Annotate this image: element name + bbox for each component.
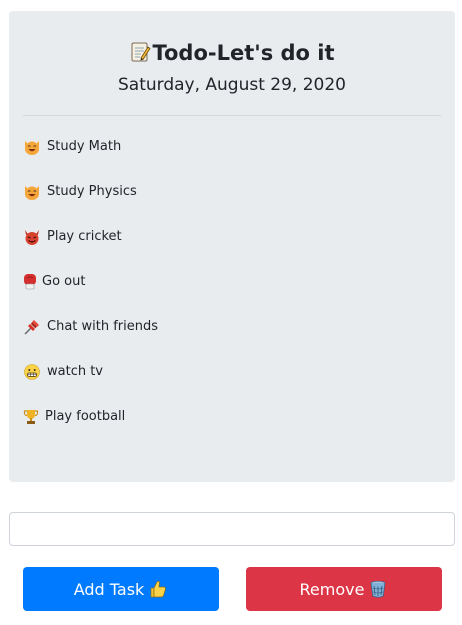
task-label: watch tv [47,364,104,379]
divider [23,115,441,116]
add-task-button[interactable]: Add Task [23,567,219,611]
task-item[interactable]: Chat with friends [23,315,158,360]
task-input[interactable] [9,512,455,546]
wastebasket-icon [368,579,388,599]
task-label: Go out [42,274,86,289]
task-label: Study Math [47,139,122,154]
grinning-cat-icon [23,183,41,201]
task-item[interactable]: Play cricket [23,225,158,270]
grinning-cat-icon [23,138,41,156]
add-task-label: Add Task [73,579,145,599]
boxing-glove-icon [23,273,37,291]
remove-button[interactable]: Remove [246,567,442,611]
remove-label: Remove [299,579,365,599]
todo-card: Todo-Let's do it Saturday, August 29, 20… [9,11,455,482]
task-label: Study Physics [47,184,137,199]
task-item[interactable]: watch tv [23,360,158,405]
task-item[interactable]: Study Math [23,135,158,180]
task-label: Play cricket [47,229,122,244]
task-item[interactable]: Go out [23,270,158,315]
title-text: Todo-Let's do it [152,41,335,65]
current-date: Saturday, August 29, 2020 [117,75,346,95]
task-label: Chat with friends [47,319,159,334]
devil-icon [23,228,41,246]
memo-icon [129,41,152,63]
pushpin-icon [23,318,41,336]
grimacing-face-icon [23,363,41,381]
thumbs-up-icon [148,579,168,599]
header: Todo-Let's do it Saturday, August 29, 20… [9,11,455,97]
task-item[interactable]: Play football [23,405,158,450]
task-label: Play football [45,409,126,424]
trophy-icon [23,408,39,426]
task-list: Study Math Study Physics Play cricket Go… [23,135,158,450]
page-title: Todo-Let's do it [9,39,455,67]
task-item[interactable]: Study Physics [23,180,158,225]
